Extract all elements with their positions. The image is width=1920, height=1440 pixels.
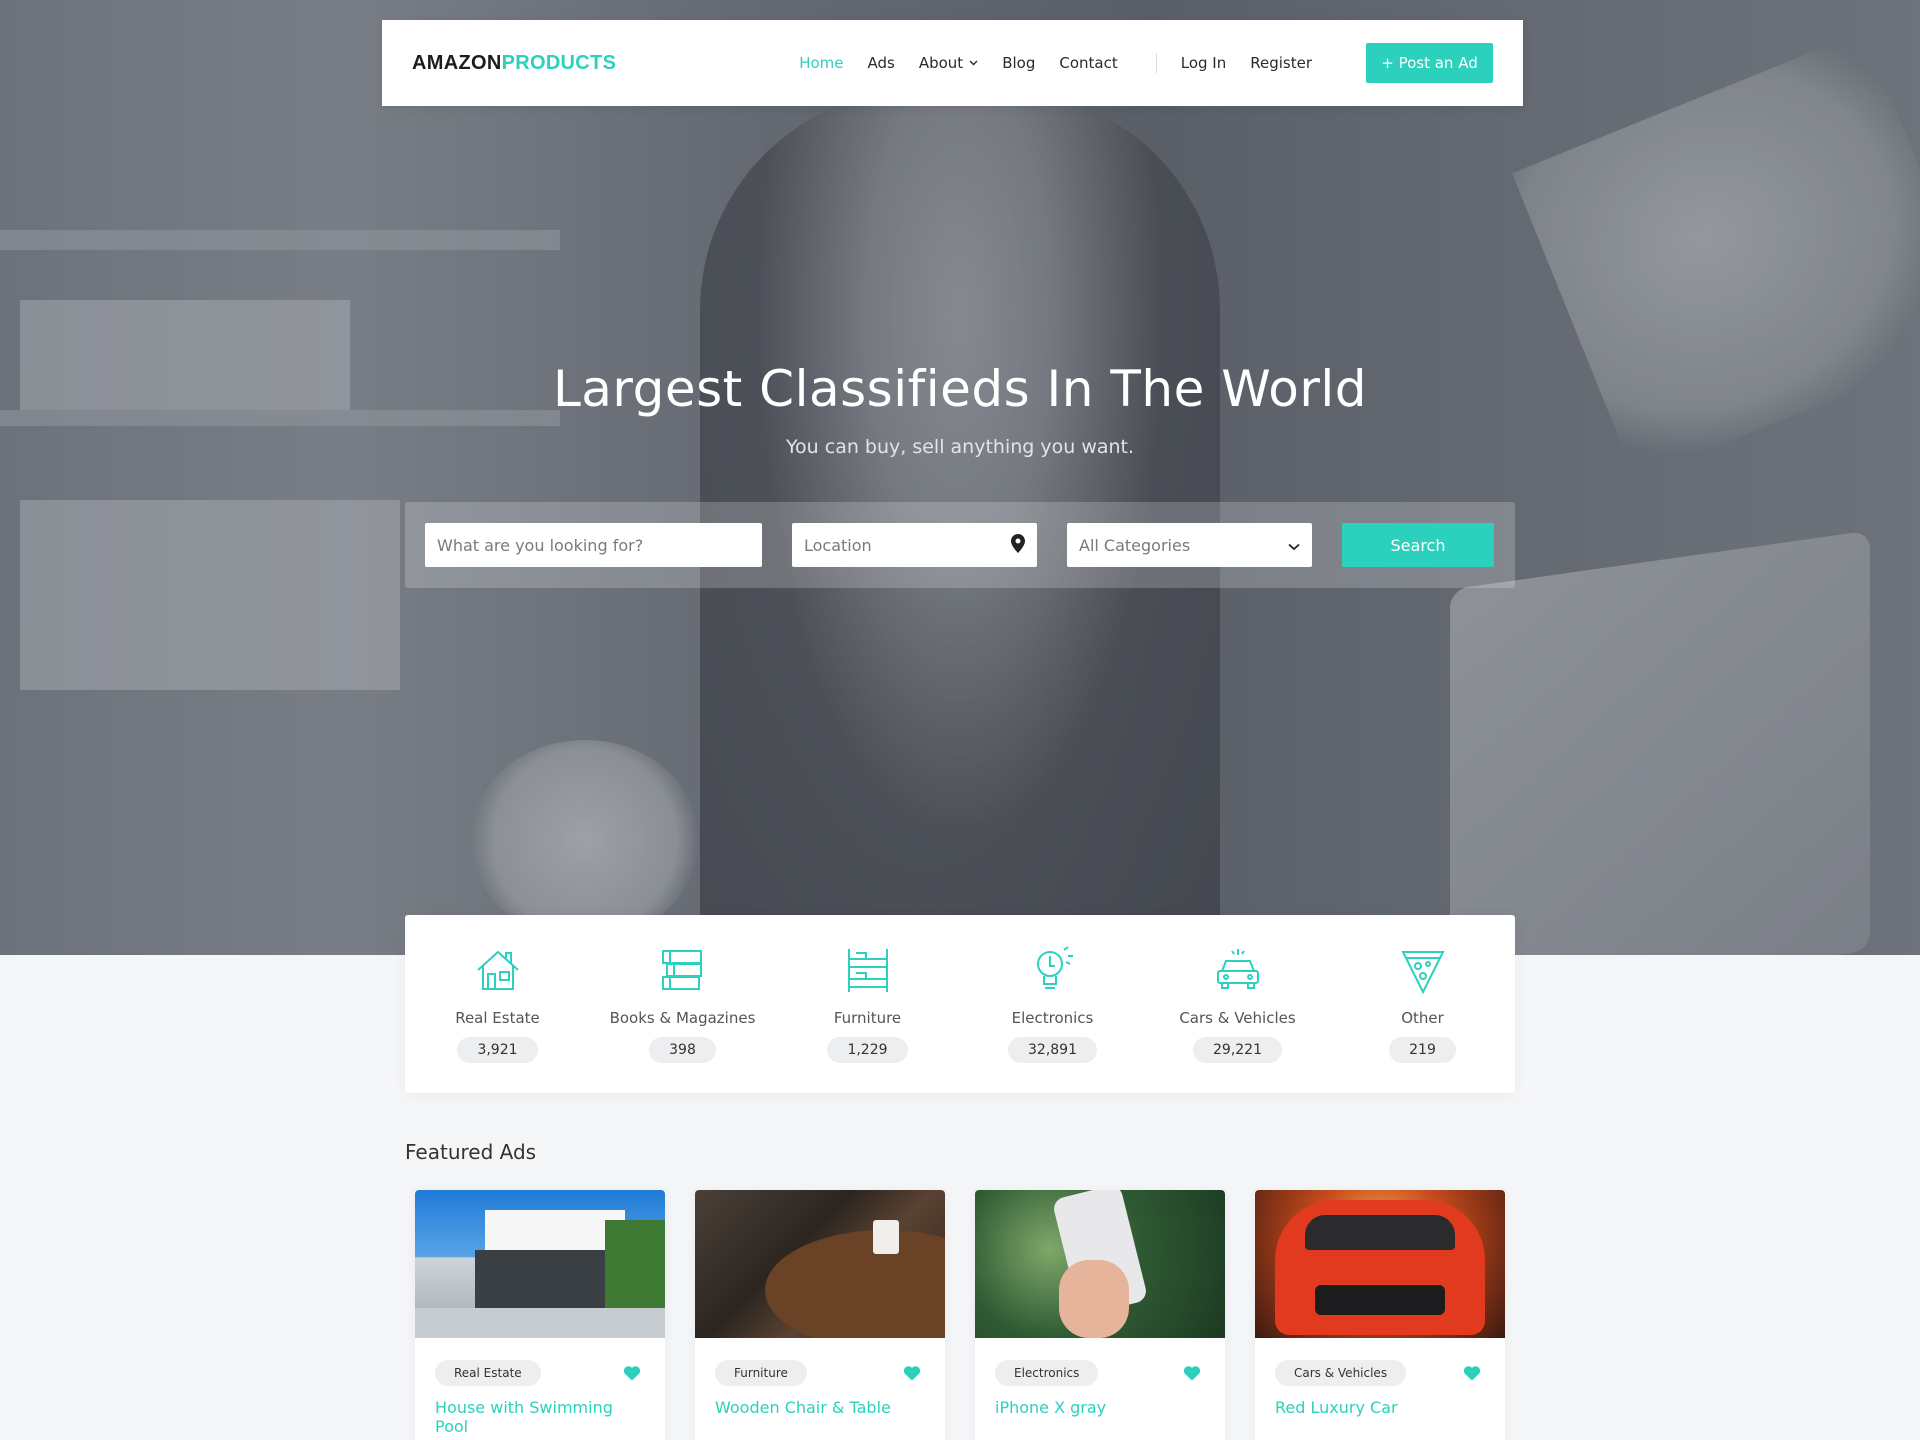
ad-image[interactable]: [975, 1190, 1225, 1338]
categories-panel: Real Estate 3,921 Books & Magazines 398 …: [405, 915, 1515, 1093]
category-furniture[interactable]: Furniture 1,229: [775, 915, 960, 1093]
category-label: Other: [1401, 1009, 1444, 1027]
bunk-bed-icon: [843, 945, 893, 995]
category-label: Furniture: [833, 1009, 902, 1027]
hero-title: Largest Classifieds In The World: [552, 360, 1368, 418]
ad-title[interactable]: Red Luxury Car: [1255, 1398, 1505, 1417]
top-navbar: AMAZON PRODUCTS Home Ads About Blog Conta…: [382, 20, 1523, 106]
location-pin-icon: [1011, 533, 1025, 557]
category-label: Electronics: [1011, 1009, 1094, 1027]
ad-category-tag[interactable]: Cars & Vehicles: [1275, 1360, 1407, 1386]
ad-card-furniture[interactable]: Furniture Wooden Chair & Table: [695, 1190, 945, 1440]
ad-image[interactable]: [1255, 1190, 1505, 1338]
ad-meta: Cars & Vehicles: [1255, 1360, 1505, 1386]
ad-title[interactable]: iPhone X gray: [975, 1398, 1225, 1417]
house-icon: [473, 945, 523, 995]
nav-divider: [1155, 53, 1157, 73]
ad-title[interactable]: House with Swimming Pool: [415, 1398, 665, 1436]
brand-logo-part2: PRODUCTS: [501, 51, 617, 74]
category-count: 1,229: [827, 1037, 908, 1063]
chevron-down-icon: [969, 58, 978, 69]
category-electronics[interactable]: Electronics 32,891: [960, 915, 1145, 1093]
ad-category-tag[interactable]: Real Estate: [435, 1360, 541, 1386]
chevron-down-icon: [1288, 536, 1300, 555]
ad-category-tag[interactable]: Furniture: [715, 1360, 807, 1386]
category-label: Cars & Vehicles: [1179, 1009, 1296, 1027]
ad-meta: Electronics: [975, 1360, 1225, 1386]
featured-ads-heading: Featured Ads: [405, 1140, 537, 1164]
heart-icon[interactable]: [899, 1360, 925, 1386]
search-panel: What are you looking for? Location All C…: [405, 502, 1515, 588]
nav-home[interactable]: Home: [799, 54, 843, 72]
category-real-estate[interactable]: Real Estate 3,921: [405, 915, 590, 1093]
ad-card-phone[interactable]: Electronics iPhone X gray: [975, 1190, 1225, 1440]
nav-ads[interactable]: Ads: [868, 54, 895, 72]
ad-meta: Furniture: [695, 1360, 945, 1386]
pizza-icon: [1398, 945, 1448, 995]
ad-title[interactable]: Wooden Chair & Table: [695, 1398, 945, 1417]
brand-logo[interactable]: AMAZON PRODUCTS: [412, 52, 616, 75]
category-select[interactable]: All Categories: [1067, 523, 1312, 567]
post-ad-button[interactable]: + Post an Ad: [1366, 43, 1493, 83]
hero-subtitle: You can buy, sell anything you want.: [785, 436, 1135, 458]
login-link[interactable]: Log In: [1181, 54, 1227, 72]
heart-icon[interactable]: [1179, 1360, 1205, 1386]
nav-contact[interactable]: Contact: [1059, 54, 1117, 72]
heart-icon[interactable]: [1459, 1360, 1485, 1386]
ad-card-house[interactable]: Real Estate House with Swimming Pool: [415, 1190, 665, 1440]
category-books-magazines[interactable]: Books & Magazines 398: [590, 915, 775, 1093]
nav-blog[interactable]: Blog: [1002, 54, 1035, 72]
category-label: Books & Magazines: [609, 1009, 756, 1027]
hero-overlay: [0, 0, 1920, 955]
lightbulb-icon: [1028, 945, 1078, 995]
location-input[interactable]: Location: [792, 523, 1037, 567]
category-count: 29,221: [1193, 1037, 1282, 1063]
heart-icon[interactable]: [619, 1360, 645, 1386]
ad-meta: Real Estate: [415, 1360, 665, 1386]
search-input[interactable]: What are you looking for?: [425, 523, 762, 567]
category-cars-vehicles[interactable]: Cars & Vehicles 29,221: [1145, 915, 1330, 1093]
category-count: 398: [649, 1037, 716, 1063]
ad-image[interactable]: [415, 1190, 665, 1338]
car-icon: [1213, 945, 1263, 995]
search-button[interactable]: Search: [1342, 523, 1494, 567]
main-menu: Home Ads About Blog Contact Log In Regis…: [775, 43, 1493, 83]
category-count: 3,921: [457, 1037, 538, 1063]
category-label: Real Estate: [455, 1009, 540, 1027]
category-other[interactable]: Other 219: [1330, 915, 1515, 1093]
location-input-placeholder: Location: [804, 535, 872, 555]
hero-section: [0, 0, 1920, 955]
brand-logo-part1: AMAZON: [412, 51, 502, 74]
ad-card-car[interactable]: Cars & Vehicles Red Luxury Car: [1255, 1190, 1505, 1440]
category-count: 32,891: [1008, 1037, 1097, 1063]
ad-category-tag[interactable]: Electronics: [995, 1360, 1099, 1386]
nav-about-label: About: [918, 54, 964, 72]
ad-image[interactable]: [695, 1190, 945, 1338]
category-select-value: All Categories: [1079, 535, 1191, 555]
books-icon: [658, 945, 708, 995]
search-input-placeholder: What are you looking for?: [437, 535, 644, 555]
nav-about[interactable]: About: [919, 54, 978, 72]
register-link[interactable]: Register: [1250, 54, 1312, 72]
category-count: 219: [1389, 1037, 1456, 1063]
